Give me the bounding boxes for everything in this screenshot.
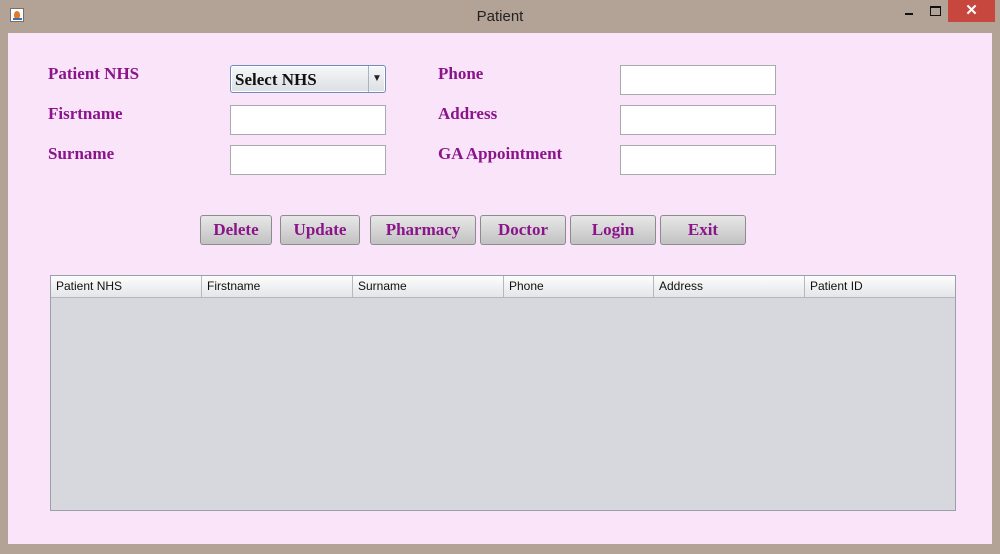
ga-appointment-field[interactable] [620, 145, 776, 175]
column-header-firstname[interactable]: Firstname [202, 276, 353, 297]
chevron-down-icon[interactable]: ▼ [368, 66, 385, 92]
column-header-surname[interactable]: Surname [353, 276, 504, 297]
address-label: Address [438, 104, 498, 123]
firstname-field[interactable] [230, 105, 386, 135]
column-header-phone[interactable]: Phone [504, 276, 654, 297]
patient-nhs-select-value: Select NHS [235, 70, 317, 89]
close-icon[interactable]: ✕ [948, 0, 995, 22]
patient-table[interactable]: Patient NHS Firstname Surname Phone Addr… [50, 275, 956, 511]
update-button[interactable]: Update [280, 215, 360, 245]
ga-appointment-label: GA Appointment [438, 144, 563, 163]
window-title: Patient [476, 8, 524, 25]
table-header: Patient NHS Firstname Surname Phone Addr… [51, 276, 955, 298]
patient-window: Patient ✕ Patient NHS Fisrtname Surname … [0, 0, 1000, 554]
surname-label: Surname [48, 144, 115, 163]
exit-button[interactable]: Exit [660, 215, 746, 245]
maximize-icon[interactable] [924, 0, 946, 22]
firstname-label: Fisrtname [48, 104, 123, 123]
column-header-patient-nhs[interactable]: Patient NHS [51, 276, 202, 297]
form-panel: Patient NHS Fisrtname Surname Select NHS… [8, 33, 992, 544]
pharmacy-button[interactable]: Pharmacy [370, 215, 476, 245]
surname-field[interactable] [230, 145, 386, 175]
minimize-icon[interactable] [898, 0, 920, 22]
patient-nhs-label: Patient NHS [48, 64, 140, 83]
address-field[interactable] [620, 105, 776, 135]
delete-button[interactable]: Delete [200, 215, 272, 245]
column-header-address[interactable]: Address [654, 276, 805, 297]
column-header-patient-id[interactable]: Patient ID [805, 276, 955, 297]
doctor-button[interactable]: Doctor [480, 215, 566, 245]
phone-field[interactable] [620, 65, 776, 95]
patient-nhs-select[interactable]: Select NHS ▼ [230, 65, 386, 93]
login-button[interactable]: Login [570, 215, 656, 245]
phone-label: Phone [438, 64, 484, 83]
title-bar[interactable]: Patient ✕ [0, 0, 1000, 32]
